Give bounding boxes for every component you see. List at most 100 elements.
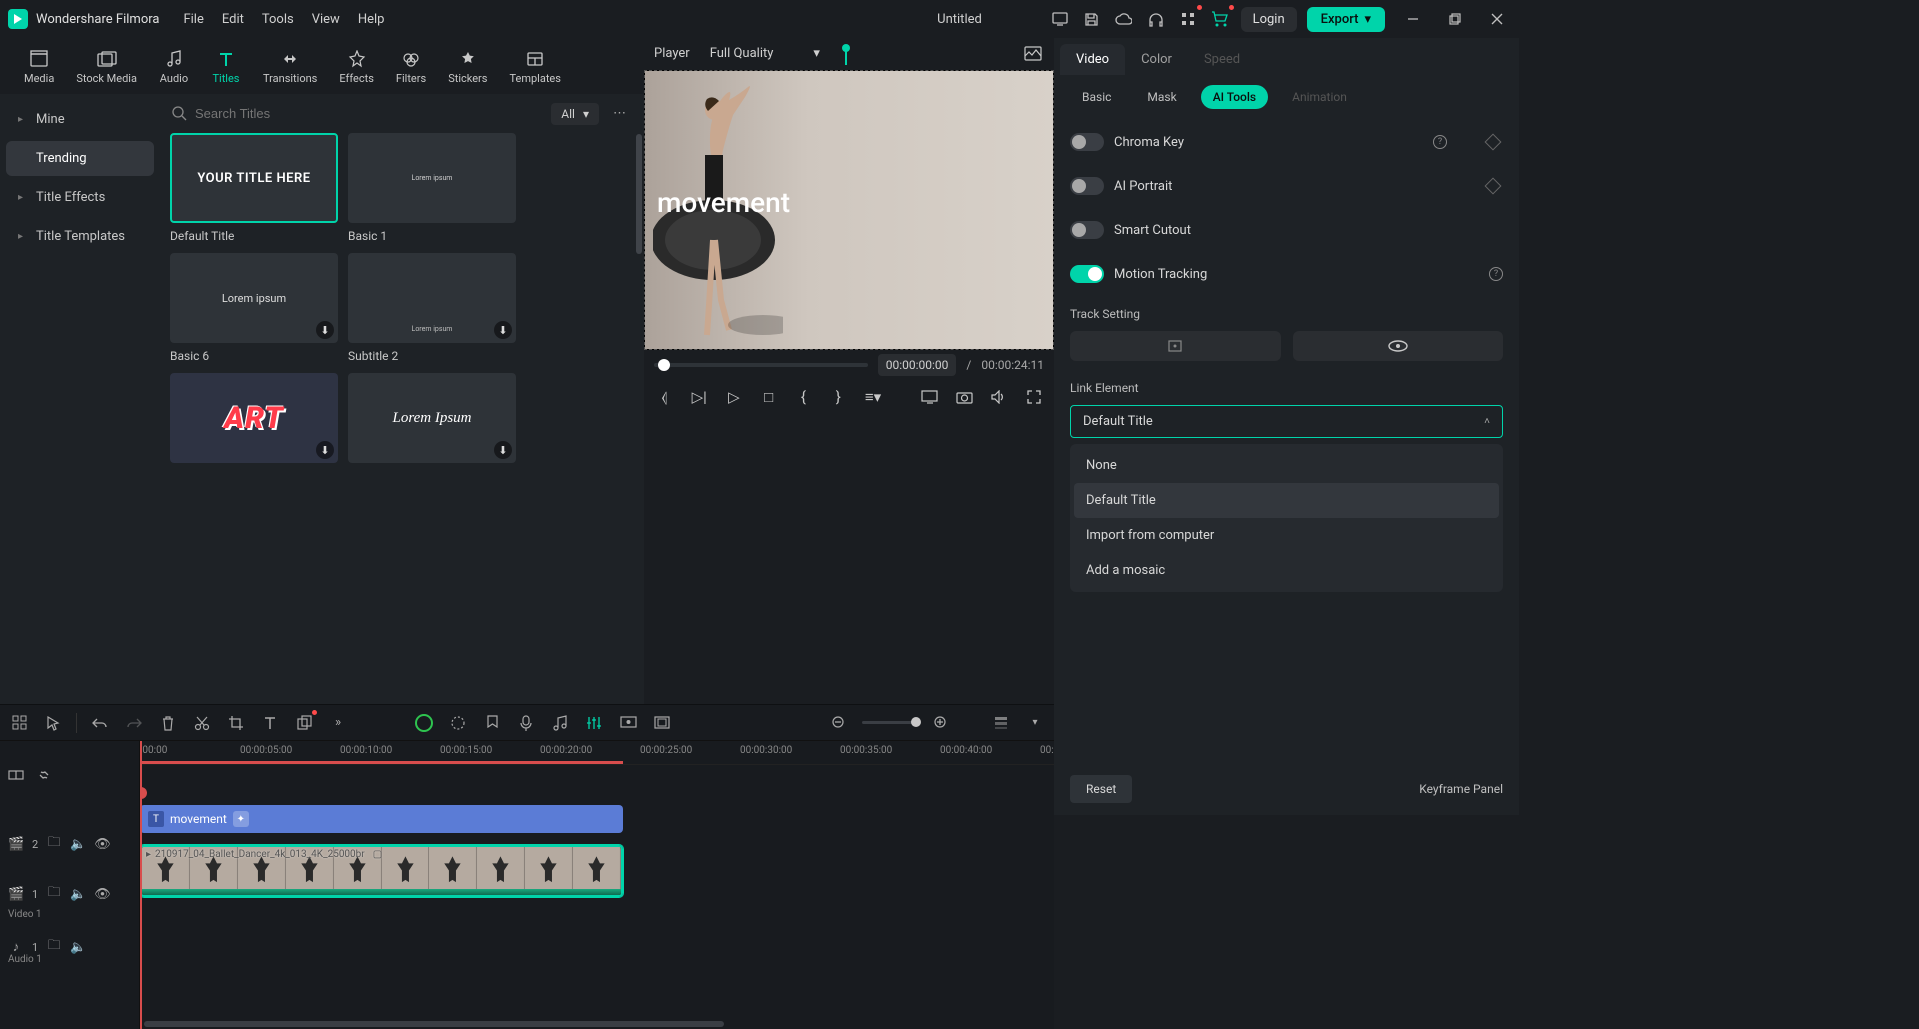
menu-help[interactable]: Help	[358, 12, 385, 27]
mark-out-button[interactable]: }	[828, 386, 849, 408]
toggle-smart-cutout[interactable]	[1070, 221, 1104, 239]
seek-slider[interactable]	[654, 363, 868, 367]
screen-icon[interactable]	[1049, 8, 1071, 30]
minimize-button[interactable]	[1399, 5, 1427, 33]
login-button[interactable]: Login	[1241, 7, 1297, 32]
download-icon[interactable]: ⬇	[316, 441, 334, 459]
keyframe-panel-button[interactable]: Keyframe Panel	[1419, 782, 1503, 796]
ratio-icon[interactable]: ≡▾	[863, 386, 884, 408]
card-basic-6[interactable]: Lorem ipsum⬇ Basic 6	[170, 253, 338, 363]
sidebar-item-title-effects[interactable]: ▸Title Effects	[6, 180, 154, 215]
download-icon[interactable]: ⬇	[316, 321, 334, 339]
tab-templates[interactable]: Templates	[499, 44, 570, 89]
aspect-icon[interactable]	[651, 712, 673, 734]
playhead[interactable]	[140, 741, 142, 1029]
option-mosaic[interactable]: Add a mosaic	[1074, 553, 1499, 588]
toggle-ai-portrait[interactable]	[1070, 177, 1104, 195]
close-button[interactable]	[1483, 5, 1511, 33]
menu-view[interactable]: View	[312, 12, 340, 27]
option-default-title[interactable]: Default Title	[1074, 483, 1499, 518]
timeline-ruler[interactable]: :00:0000:00:05:0000:00:10:0000:00:15:000…	[140, 741, 1054, 765]
card-lorem-serif[interactable]: Lorem Ipsum⬇	[348, 373, 516, 463]
snapshot-icon[interactable]	[1022, 42, 1044, 64]
cloud-icon[interactable]	[1113, 8, 1135, 30]
track-box-button[interactable]	[1070, 331, 1281, 361]
card-basic-1[interactable]: Lorem ipsum Basic 1	[348, 133, 516, 243]
mute-icon[interactable]: 🔈	[70, 940, 86, 955]
tab-media[interactable]: Media	[14, 44, 64, 89]
subtab-mask[interactable]: Mask	[1135, 85, 1188, 109]
folder-icon[interactable]: 🗀	[46, 833, 62, 855]
sidebar-item-mine[interactable]: ▸Mine	[6, 102, 154, 137]
menu-edit[interactable]: Edit	[222, 12, 244, 27]
select-tool-icon[interactable]	[42, 712, 64, 734]
link-tracks-icon[interactable]	[8, 768, 24, 782]
step-back-button[interactable]: ▷|	[689, 386, 710, 408]
crop-icon[interactable]	[225, 712, 247, 734]
card-subtitle-2[interactable]: Lorem ipsum⬇ Subtitle 2	[348, 253, 516, 363]
visibility-icon[interactable]: 👁	[94, 887, 110, 902]
save-icon[interactable]	[1081, 8, 1103, 30]
text-tool-icon[interactable]	[259, 712, 281, 734]
track-size-chevron[interactable]: ▾	[1024, 712, 1046, 734]
color-tool-icon[interactable]	[447, 712, 469, 734]
timeline-h-scrollbar[interactable]	[144, 1021, 1050, 1027]
redo-icon[interactable]	[123, 712, 145, 734]
option-none[interactable]: None	[1074, 448, 1499, 483]
tab-stickers[interactable]: Stickers	[438, 44, 497, 89]
cart-icon[interactable]	[1209, 8, 1231, 30]
tab-color[interactable]: Color	[1125, 44, 1188, 75]
keyframe-diamond-icon[interactable]	[1485, 178, 1502, 195]
help-icon[interactable]: ?	[1433, 135, 1447, 149]
mute-icon[interactable]: 🔈	[70, 887, 86, 902]
record-screen-icon[interactable]	[617, 712, 639, 734]
track-size-icon[interactable]	[990, 712, 1012, 734]
tab-video[interactable]: Video	[1060, 44, 1125, 75]
render-preview-icon[interactable]	[413, 712, 435, 734]
download-icon[interactable]: ⬇	[494, 441, 512, 459]
more-tools-icon[interactable]: »	[327, 712, 349, 734]
toggle-chroma-key[interactable]	[1070, 133, 1104, 151]
folder-icon[interactable]: 🗀	[46, 936, 62, 958]
tab-transitions[interactable]: Transitions	[253, 44, 327, 89]
cut-icon[interactable]	[191, 712, 213, 734]
tab-filters[interactable]: Filters	[386, 44, 436, 89]
filter-dropdown[interactable]: All▾	[551, 103, 599, 125]
card-default-title[interactable]: YOUR TITLE HERE Default Title	[170, 133, 338, 243]
tab-effects[interactable]: Effects	[329, 44, 384, 89]
grid-icon[interactable]	[8, 712, 30, 734]
maximize-button[interactable]	[1441, 5, 1469, 33]
mark-in-button[interactable]: {	[793, 386, 814, 408]
apps-icon[interactable]	[1177, 8, 1199, 30]
timeline-canvas[interactable]: :00:0000:00:05:0000:00:10:0000:00:15:000…	[140, 741, 1054, 1029]
undo-icon[interactable]	[89, 712, 111, 734]
copy-tool-icon[interactable]	[293, 712, 315, 734]
subtab-basic[interactable]: Basic	[1070, 85, 1123, 109]
zoom-out-icon[interactable]	[828, 712, 850, 734]
stop-button[interactable]: □	[758, 386, 779, 408]
folder-icon[interactable]: 🗀	[46, 883, 62, 905]
tab-audio[interactable]: Audio	[149, 44, 199, 89]
sidebar-item-title-templates[interactable]: ▸Title Templates	[6, 219, 154, 254]
volume-icon[interactable]	[988, 386, 1009, 408]
zoom-in-icon[interactable]	[930, 712, 952, 734]
visibility-icon[interactable]: 👁	[94, 837, 110, 852]
camera-icon[interactable]	[954, 386, 975, 408]
play-button[interactable]: ▷	[724, 386, 745, 408]
search-input[interactable]	[195, 106, 395, 121]
mute-icon[interactable]: 🔈	[70, 837, 86, 852]
marker-icon[interactable]	[481, 712, 503, 734]
subtab-ai-tools[interactable]: AI Tools	[1201, 85, 1268, 109]
zoom-slider[interactable]	[862, 721, 918, 724]
more-icon[interactable]: ⋯	[607, 102, 632, 125]
tab-titles[interactable]: Titles	[201, 44, 251, 89]
help-icon[interactable]: ?	[1489, 267, 1503, 281]
fullscreen-icon[interactable]	[1023, 386, 1044, 408]
download-icon[interactable]: ⬇	[494, 321, 512, 339]
menu-file[interactable]: File	[183, 12, 203, 27]
title-clip[interactable]: T movement ✦	[140, 805, 623, 833]
menu-tools[interactable]: Tools	[262, 12, 294, 27]
track-preview-button[interactable]	[1293, 331, 1504, 361]
display-icon[interactable]	[919, 386, 940, 408]
option-import[interactable]: Import from computer	[1074, 518, 1499, 553]
